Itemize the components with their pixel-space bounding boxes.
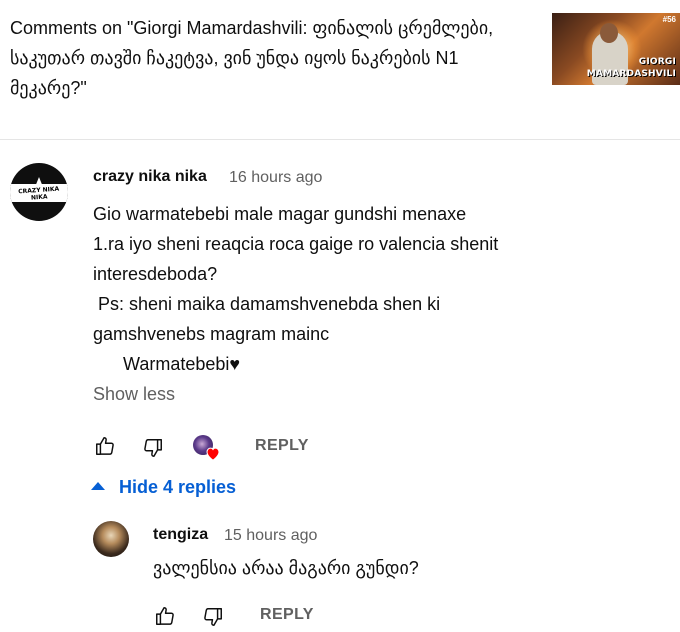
thumbs-up-icon[interactable] — [154, 605, 176, 627]
avatar[interactable]: CRAZY NIKA NIKA — [10, 163, 68, 221]
reply-button[interactable]: REPLY — [255, 437, 309, 455]
thumbnail-name-last: MAMARDASHVILI — [586, 69, 676, 79]
comments-header: Comments on "Giorgi Mamardashvili: ფინალ… — [10, 13, 535, 103]
comment-line: 1.ra iyo sheni reaqcia roca gaige ro val… — [93, 234, 499, 254]
reply-avatar[interactable] — [93, 521, 129, 557]
reply-author[interactable]: tengiza — [153, 526, 208, 544]
episode-number: #56 — [662, 15, 676, 24]
comment-time[interactable]: 16 hours ago — [229, 169, 322, 187]
video-thumbnail[interactable]: #56 GIORGI MAMARDASHVILI — [552, 13, 680, 85]
comment-body: Gio warmatebebi male magar gundshi menax… — [93, 199, 563, 379]
video-title: Comments on "Giorgi Mamardashvili: ფინალ… — [10, 18, 494, 98]
comment-author[interactable]: crazy nika nika — [93, 168, 207, 186]
comment-line: interesdeboda? — [93, 264, 218, 284]
thumbs-down-icon[interactable] — [202, 606, 224, 628]
hide-replies-label: Hide 4 replies — [119, 477, 237, 497]
hide-replies-button[interactable]: Hide 4 replies — [91, 477, 236, 498]
creator-heart-icon — [193, 435, 223, 465]
thumbs-down-icon[interactable] — [142, 437, 164, 459]
thumbnail-name-first: GIORGI — [638, 57, 676, 67]
comment-line: Warmatebebi♥ — [93, 354, 241, 374]
reply-body: ვალენსია არაა მაგარი გუნდი? — [153, 558, 419, 578]
caret-up-icon — [91, 482, 105, 490]
header-divider — [0, 139, 680, 140]
show-less-button[interactable]: Show less — [93, 384, 175, 405]
reply-button[interactable]: REPLY — [260, 606, 314, 624]
thumbs-up-icon[interactable] — [94, 435, 116, 457]
comment-line: gamshvenebs magram mainc — [93, 324, 330, 344]
reply-time[interactable]: 15 hours ago — [224, 527, 317, 545]
comment-line: Ps: sheni maika damamshvenebda shen ki — [93, 294, 441, 314]
comment-line: Gio warmatebebi male magar gundshi menax… — [93, 204, 467, 224]
